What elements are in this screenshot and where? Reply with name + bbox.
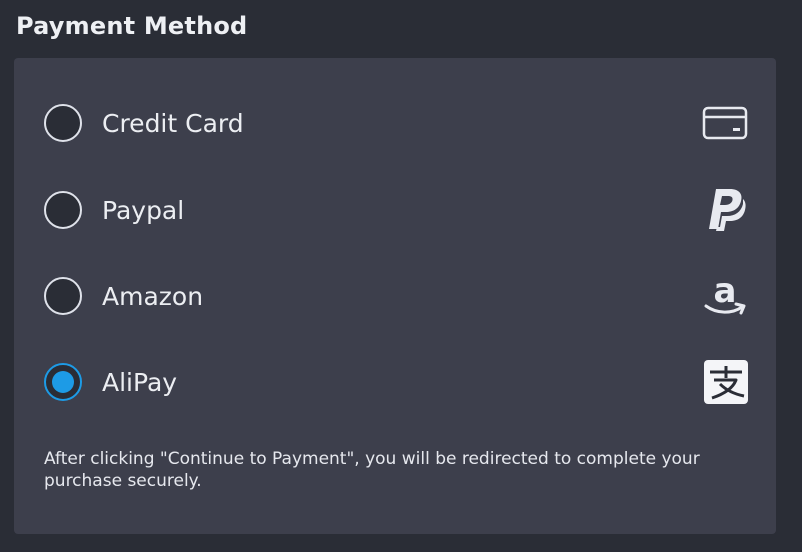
payment-option-amazon[interactable]: Amazon a — [44, 272, 748, 320]
alipay-label: AliPay — [102, 367, 178, 397]
payment-method-panel: Credit Card Paypal Amazon a AliPay After… — [14, 58, 776, 534]
credit-card-icon — [702, 106, 748, 140]
redirect-notice: After clicking "Continue to Payment", yo… — [44, 449, 700, 491]
credit-card-radio[interactable] — [44, 104, 82, 142]
amazon-label: Amazon — [102, 281, 204, 311]
paypal-radio[interactable] — [44, 191, 82, 229]
amazon-radio[interactable] — [44, 277, 82, 315]
payment-option-alipay[interactable]: AliPay — [44, 358, 748, 406]
credit-card-label: Credit Card — [102, 108, 244, 138]
radio-selected-indicator — [52, 371, 74, 393]
amazon-icon: a — [702, 274, 748, 318]
alipay-radio[interactable] — [44, 363, 82, 401]
paypal-icon — [706, 187, 748, 233]
payment-option-paypal[interactable]: Paypal — [44, 186, 748, 234]
alipay-icon — [704, 360, 748, 404]
svg-text:a: a — [714, 274, 737, 311]
section-title: Payment Method — [16, 12, 248, 40]
payment-option-credit-card[interactable]: Credit Card — [44, 99, 748, 147]
paypal-label: Paypal — [102, 195, 185, 225]
